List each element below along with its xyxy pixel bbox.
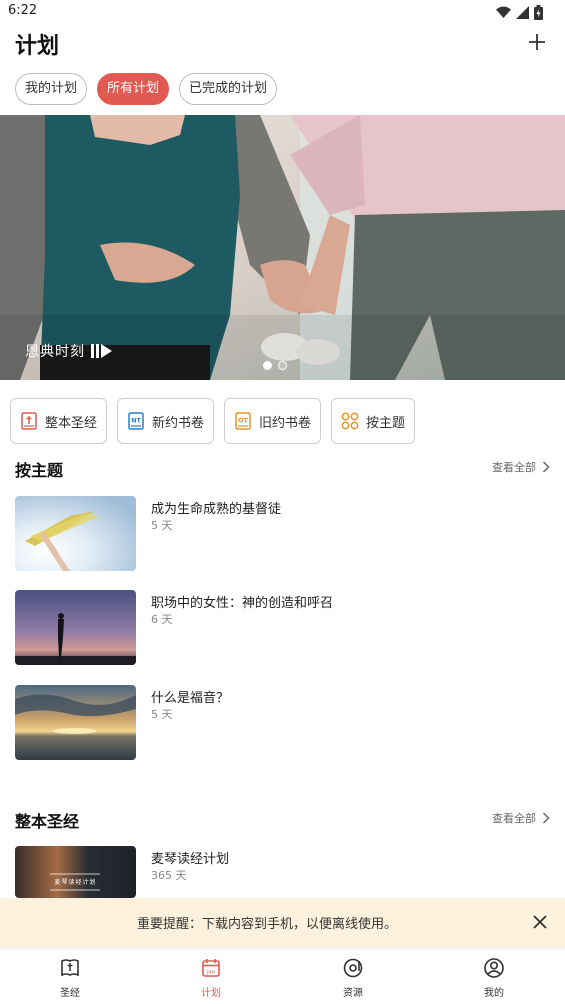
tab-plans[interactable]: Jan 计划: [181, 957, 241, 1001]
plan-duration: 5 天: [151, 708, 173, 721]
plan-title: 成为生命成熟的基督徒: [151, 502, 282, 517]
topic-section-header: 按主题 查看全部: [15, 457, 550, 481]
wifi-icon: [496, 6, 511, 18]
status-icons: [496, 4, 543, 20]
status-bar: 6:22: [0, 0, 565, 24]
plan-item[interactable]: 什么是福音？ 5 天: [15, 685, 550, 761]
banner-brand-text: 恩典时刻: [25, 344, 85, 360]
ot-book-icon: OT: [235, 412, 251, 430]
section-title: 按主题: [15, 461, 64, 480]
plan-thumbnail: 麦琴读经计划: [15, 846, 136, 898]
category-label: 旧约书卷: [259, 415, 312, 431]
category-buttons: 整本圣经 NT 新约书卷 OT 旧约书卷 按主题: [10, 398, 416, 444]
category-label: 按主题: [366, 415, 406, 431]
plan-duration: 6 天: [151, 613, 173, 626]
filter-chips: 我的计划 所有计划 已完成的计划: [15, 73, 278, 105]
see-all-topics-link[interactable]: 查看全部: [492, 459, 550, 475]
banner-carousel[interactable]: 恩典时刻: [0, 115, 565, 380]
svg-text:Jan: Jan: [206, 970, 215, 976]
plan-thumbnail: [15, 685, 136, 760]
plan-thumbnail-image: [15, 846, 136, 898]
category-new-testament[interactable]: NT 新约书卷: [117, 398, 215, 444]
music-disc-icon: [343, 958, 363, 978]
status-time: 6:22: [8, 3, 38, 18]
category-label: 整本圣经: [45, 415, 98, 431]
app-header: 计划: [0, 24, 565, 68]
bible-icon: [21, 412, 37, 430]
nt-book-icon: NT: [128, 412, 144, 430]
see-all-label: 查看全部: [492, 812, 536, 825]
tab-bible[interactable]: 圣经: [40, 957, 100, 1001]
plan-duration: 5 天: [151, 519, 173, 532]
signal-icon: [516, 5, 529, 19]
chip-all-plans[interactable]: 所有计划: [97, 73, 170, 105]
tab-label: 圣经: [60, 988, 80, 999]
tab-resources[interactable]: 资源: [323, 957, 383, 1001]
chip-completed-plans[interactable]: 已完成的计划: [179, 73, 278, 105]
carousel-dot[interactable]: [278, 361, 287, 370]
plan-item[interactable]: 职场中的女性：神的创造和呼召 6 天: [15, 590, 550, 666]
grid-circles-icon: [341, 412, 359, 430]
notice-text: 重要提醒：下载内容到手机，以便离线使用。: [137, 917, 398, 932]
see-all-bible-link[interactable]: 查看全部: [492, 810, 550, 826]
svg-text:NT: NT: [131, 417, 141, 425]
bible-book-icon: [61, 959, 79, 977]
tab-me[interactable]: 我的: [464, 957, 524, 1001]
plan-thumbnail: [15, 590, 136, 665]
section-title: 整本圣经: [15, 812, 80, 831]
chevron-right-icon: [542, 461, 550, 473]
add-plan-button[interactable]: [525, 30, 549, 54]
plan-title: 职场中的女性：神的创造和呼召: [151, 596, 334, 611]
svg-text:OT: OT: [238, 417, 249, 425]
plan-title: 麦琴读经计划: [151, 852, 230, 867]
offline-notice-banner: 重要提醒：下载内容到手机，以便离线使用。: [0, 898, 565, 948]
carousel-dot-active[interactable]: [263, 361, 272, 370]
carousel-dots: [263, 361, 287, 370]
play-logo-icon: [91, 344, 112, 358]
close-icon[interactable]: [531, 913, 549, 931]
bible-section-header: 整本圣经 查看全部: [15, 808, 550, 832]
user-icon: [484, 958, 504, 978]
bottom-tab-bar: 圣经 Jan 计划 资源 我的: [0, 948, 565, 1004]
plan-item[interactable]: 成为生命成熟的基督徒 5 天: [15, 496, 550, 572]
tab-label: 资源: [343, 988, 363, 999]
category-whole-bible[interactable]: 整本圣经: [10, 398, 108, 444]
calendar-icon: Jan: [202, 959, 220, 977]
category-label: 新约书卷: [152, 415, 205, 431]
category-by-topic[interactable]: 按主题: [331, 398, 416, 444]
tab-label: 我的: [484, 988, 504, 999]
plus-icon: [529, 34, 545, 50]
plan-duration: 365 天: [151, 869, 187, 882]
chip-my-plans[interactable]: 我的计划: [15, 73, 88, 105]
see-all-label: 查看全部: [492, 461, 536, 474]
tab-label: 计划: [201, 988, 221, 999]
banner-brand: 恩典时刻: [25, 341, 113, 361]
plan-title: 什么是福音？: [151, 691, 230, 706]
category-old-testament[interactable]: OT 旧约书卷: [224, 398, 322, 444]
plan-thumbnail-text: 麦琴读经计划: [54, 879, 97, 886]
plan-thumbnail: [15, 496, 136, 571]
chevron-right-icon: [542, 812, 550, 824]
battery-icon: [534, 4, 543, 20]
page-title: 计划: [15, 34, 60, 59]
